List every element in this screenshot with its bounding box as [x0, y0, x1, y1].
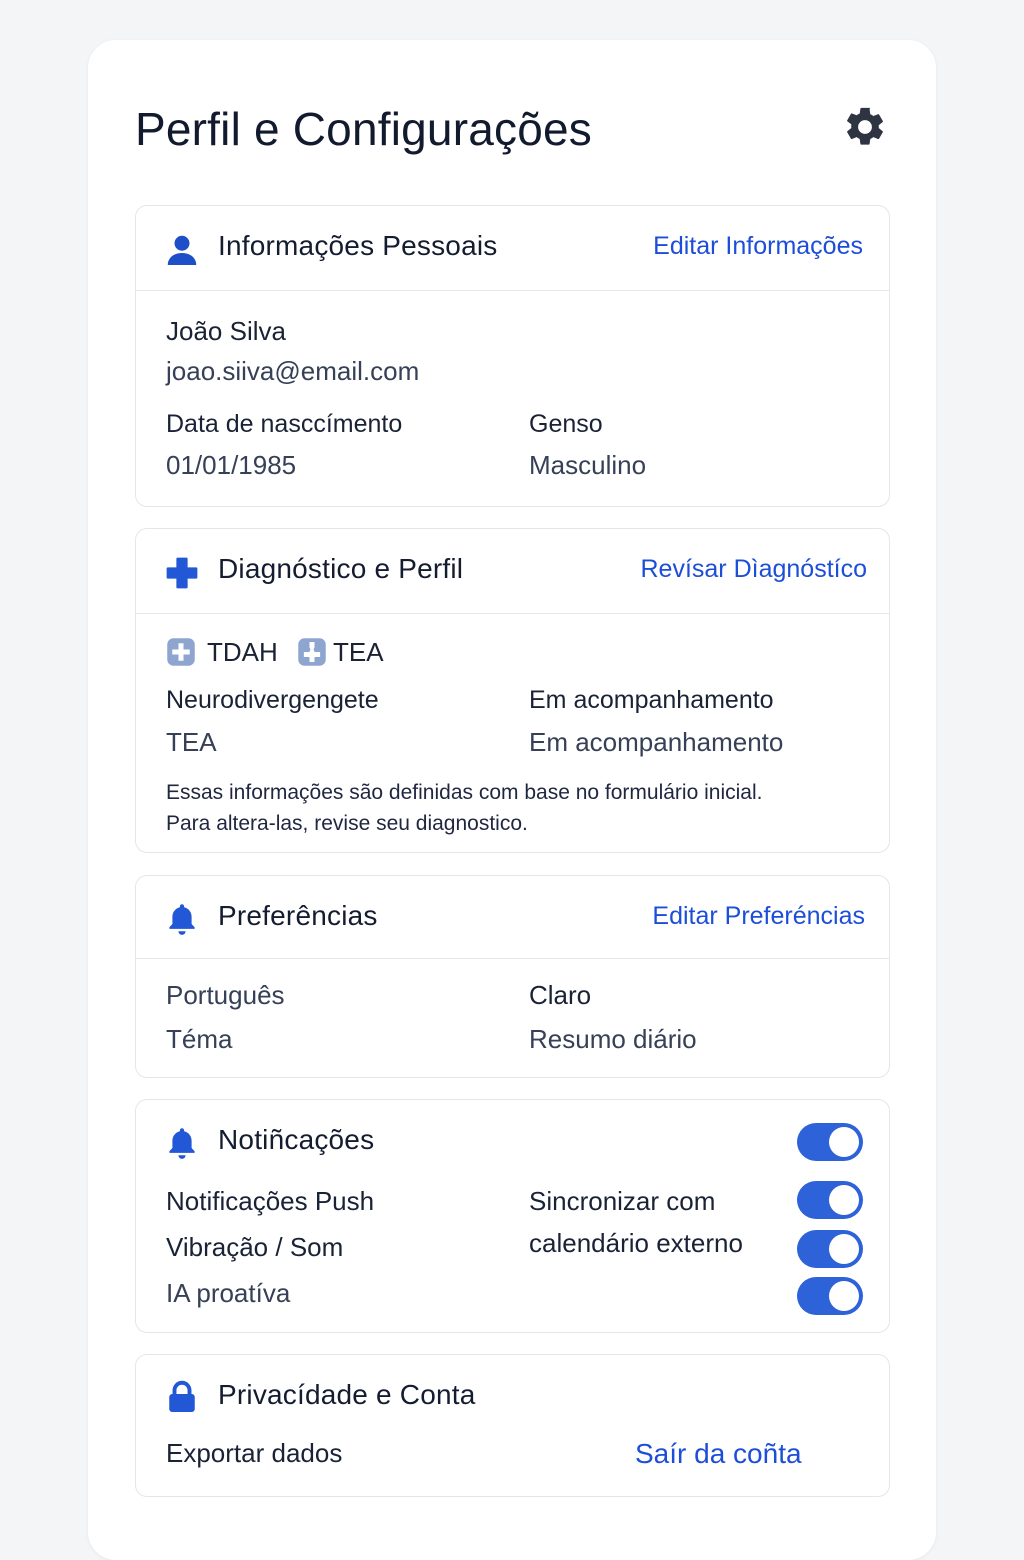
vibration-label: Vibração / Som — [166, 1232, 344, 1262]
personal-info-title: Informações Pessoais — [218, 230, 498, 261]
birth-date-label: Data de nasccímento — [166, 410, 403, 438]
plus-badge-icon — [167, 638, 195, 666]
preferences-section: Preferências Editar Preferéncias Portugu… — [135, 875, 890, 1078]
sync-label-line1: Sincronizar com — [529, 1186, 716, 1216]
review-diagnosis-link[interactable]: Revísar Dìagnóstíco — [641, 555, 868, 584]
ai-toggle[interactable] — [797, 1277, 863, 1315]
language-value: Português — [166, 980, 285, 1010]
lock-icon — [169, 1380, 195, 1412]
bell-icon — [169, 904, 195, 935]
personal-info-header: Informações Pessoais Editar Informações — [136, 206, 889, 291]
logout-link[interactable]: Saír da coñta — [635, 1438, 802, 1470]
diagnosis-title: Diagnóstico e Perfil — [218, 553, 464, 584]
push-toggle[interactable] — [797, 1181, 863, 1219]
user-email: joao.siiva@email.com — [166, 356, 420, 386]
birth-date-value: 01/01/1985 — [166, 450, 297, 480]
edit-info-link[interactable]: Editar Informações — [653, 232, 863, 261]
gear-icon[interactable] — [842, 104, 888, 150]
vibration-toggle[interactable] — [797, 1230, 863, 1268]
personal-info-section: Informações Pessoais Editar Informações … — [135, 205, 890, 507]
notifications-title: Notiñcações — [218, 1124, 375, 1155]
gender-value: Masculino — [529, 450, 647, 480]
bell-icon — [169, 1128, 195, 1159]
diagnosis-header: Diagnóstico e Perfil Revísar Dìagnóstíco — [136, 529, 889, 614]
diagnosis-tag-tea: TEA — [333, 637, 384, 667]
medical-cross-icon — [166, 557, 198, 589]
privacy-title: Privacídade e Conta — [218, 1379, 476, 1410]
theme-value: Claro — [529, 980, 592, 1010]
edit-preferences-link[interactable]: Editar Preferéncias — [652, 902, 865, 931]
gender-label: Genso — [529, 410, 603, 438]
privacy-section: Privacídade e Conta Exportar dados Saír … — [135, 1354, 890, 1497]
diagnosis-note-line2: Para altera-las, revise seu diagnostico. — [166, 812, 528, 835]
follow-up-label: Em acompanhamento — [529, 686, 774, 714]
user-name: João Silva — [166, 316, 286, 346]
diagnosis-note-line1: Essas informações são definidas com base… — [166, 781, 763, 804]
follow-up-value: Em acompanhamento — [529, 727, 784, 757]
page-title: Perfil e Configurações — [135, 103, 592, 155]
puzzle-badge-icon — [298, 638, 326, 666]
neuro-label: Neurodivergengete — [166, 686, 379, 714]
diagnosis-section: Diagnóstico e Perfil Revísar Dìagnóstíco… — [135, 528, 890, 853]
push-label: Notificações Push — [166, 1186, 375, 1216]
preferences-title: Preferências — [218, 900, 378, 931]
daily-summary: Resumo diário — [529, 1024, 697, 1054]
diagnosis-tag-tdah: TDAH — [207, 637, 278, 667]
neuro-value: TEA — [166, 727, 217, 757]
user-icon — [167, 235, 197, 265]
notifications-section: Notiñcações Notificações Push Vibração /… — [135, 1099, 890, 1333]
ai-label: IA proatíva — [166, 1278, 291, 1308]
theme-label: Téma — [166, 1024, 233, 1054]
notifications-master-toggle[interactable] — [797, 1123, 863, 1161]
export-data-link[interactable]: Exportar dados — [166, 1438, 342, 1469]
notifications-header: Notiñcações — [136, 1100, 889, 1180]
preferences-header: Preferências Editar Preferéncias — [136, 876, 889, 959]
privacy-header: Privacídade e Conta — [136, 1355, 889, 1435]
sync-label-line2: calendário externo — [529, 1228, 743, 1258]
